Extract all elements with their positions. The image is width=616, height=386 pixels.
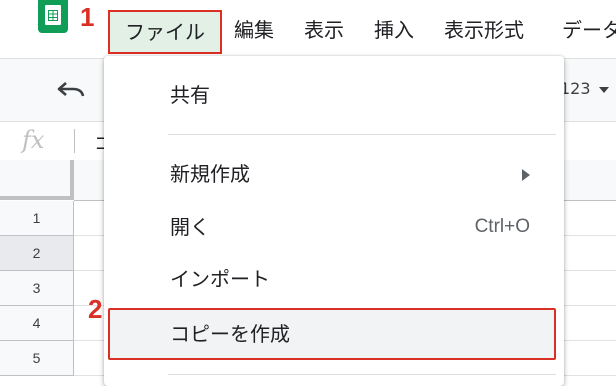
file-menu-dropdown: 共有 新規作成 開く Ctrl+O インポート コピーを作成	[104, 56, 564, 386]
open-shortcut: Ctrl+O	[474, 216, 530, 237]
menu-data[interactable]: データ	[562, 14, 616, 46]
file-menu-open[interactable]: 開く Ctrl+O	[104, 202, 564, 252]
caret-down-icon[interactable]	[599, 87, 609, 93]
formula-divider	[74, 129, 75, 153]
file-menu-share[interactable]: 共有	[104, 70, 564, 120]
submenu-arrow-icon	[522, 169, 530, 181]
new-label: 新規作成	[170, 162, 250, 186]
menu-view[interactable]: 表示	[304, 14, 344, 46]
fx-icon: fx	[22, 126, 45, 154]
row-header-5[interactable]: 5	[0, 341, 74, 376]
row-header-2[interactable]: 2	[0, 236, 74, 271]
file-menu-new[interactable]: 新規作成	[104, 149, 564, 199]
undo-icon[interactable]	[56, 79, 86, 99]
select-all-corner[interactable]	[0, 160, 74, 200]
file-menu-make-copy[interactable]: コピーを作成	[108, 308, 556, 360]
sheets-logo-icon[interactable]	[38, 0, 68, 33]
row-header-3[interactable]: 3	[0, 271, 74, 306]
file-menu-import[interactable]: インポート	[104, 254, 564, 304]
step-1-annotation: 1	[80, 2, 95, 32]
menu-separator	[168, 374, 556, 375]
share-label: 共有	[170, 83, 210, 107]
open-label: 開く	[170, 215, 210, 239]
row-header-1[interactable]: 1	[0, 201, 74, 236]
menu-edit[interactable]: 編集	[234, 14, 274, 46]
menu-format[interactable]: 表示形式	[444, 14, 524, 46]
menu-separator	[168, 134, 556, 135]
menu-insert[interactable]: 挿入	[374, 14, 414, 46]
step-2-annotation: 2	[88, 294, 103, 324]
menu-file[interactable]: ファイル	[108, 10, 222, 54]
make-copy-label: コピーを作成	[170, 322, 290, 346]
import-label: インポート	[170, 267, 270, 291]
menu-bar: 1 ファイル 編集 表示 挿入 表示形式 データ	[0, 0, 616, 58]
row-header-4[interactable]: 4	[0, 306, 74, 341]
number-format-button[interactable]: 123	[560, 79, 591, 98]
